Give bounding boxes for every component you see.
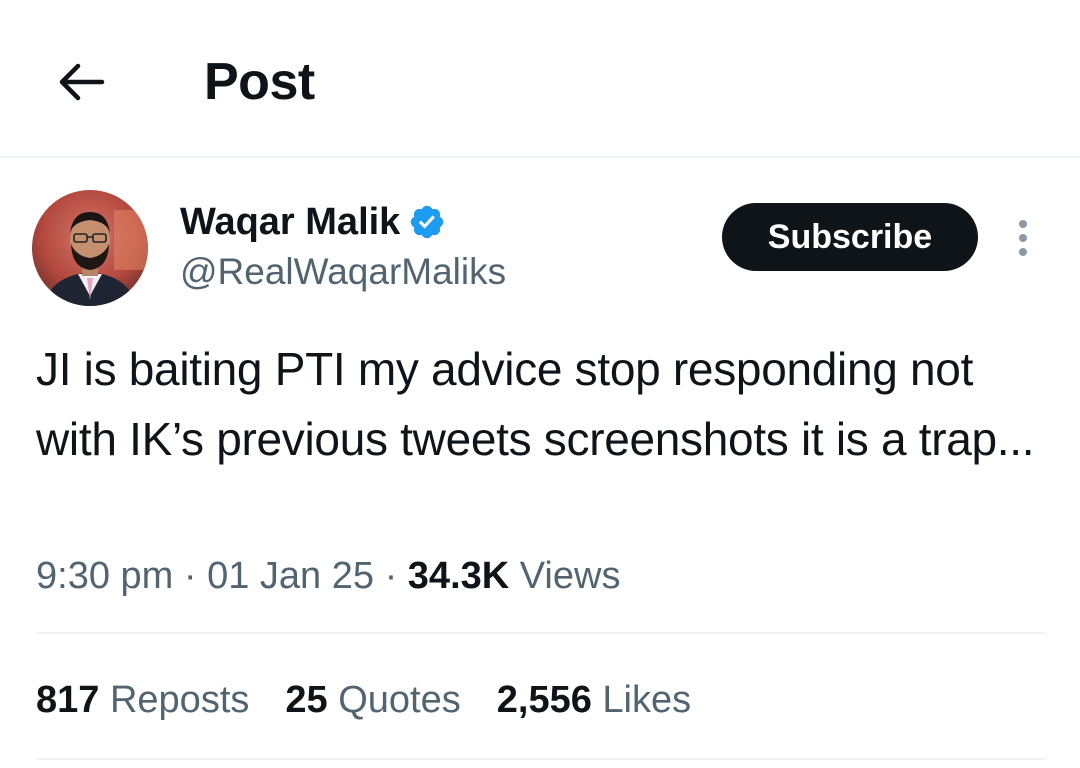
post-text: JI is baiting PTI my advice stop respond…	[36, 343, 1035, 465]
subscribe-button[interactable]: Subscribe	[722, 203, 978, 271]
stat-label: Quotes	[338, 679, 461, 721]
views-label: Views	[519, 555, 621, 597]
post-meta: 9:30 pm · 01 Jan 25 · 34.3K Views	[36, 552, 620, 600]
stat-quotes[interactable]: 25 Quotes	[285, 676, 460, 724]
engagement-stats: 817 Reposts 25 Quotes 2,556 Likes	[36, 676, 727, 724]
page-title: Post	[204, 53, 315, 111]
meta-separator: ·	[384, 555, 398, 597]
author-handle[interactable]: @RealWaqarMaliks	[180, 250, 506, 294]
meta-separator: ·	[183, 555, 197, 597]
stat-label: Reposts	[109, 679, 250, 721]
divider	[36, 632, 1046, 634]
author-name-text: Waqar Malik	[180, 201, 401, 243]
stat-count: 2,556	[496, 679, 592, 721]
more-options-button[interactable]	[1008, 214, 1038, 262]
more-vertical-icon	[1019, 220, 1027, 256]
top-bar: Post	[0, 0, 1080, 158]
post-time[interactable]: 9:30 pm	[36, 555, 173, 597]
divider	[36, 758, 1046, 760]
avatar[interactable]	[32, 190, 148, 306]
author-name[interactable]: Waqar Malik	[180, 200, 446, 244]
verified-badge-icon	[411, 205, 444, 239]
arrow-left-icon	[59, 63, 105, 101]
stat-label: Likes	[602, 679, 692, 721]
views-count: 34.3K	[407, 555, 510, 597]
back-button[interactable]	[48, 50, 112, 114]
stat-count: 25	[285, 679, 328, 721]
post-date[interactable]: 01 Jan 25	[207, 555, 374, 597]
stat-reposts[interactable]: 817 Reposts	[36, 676, 249, 724]
avatar-photo	[32, 190, 148, 306]
stat-likes[interactable]: 2,556 Likes	[497, 676, 691, 724]
stat-count: 817	[36, 679, 100, 721]
